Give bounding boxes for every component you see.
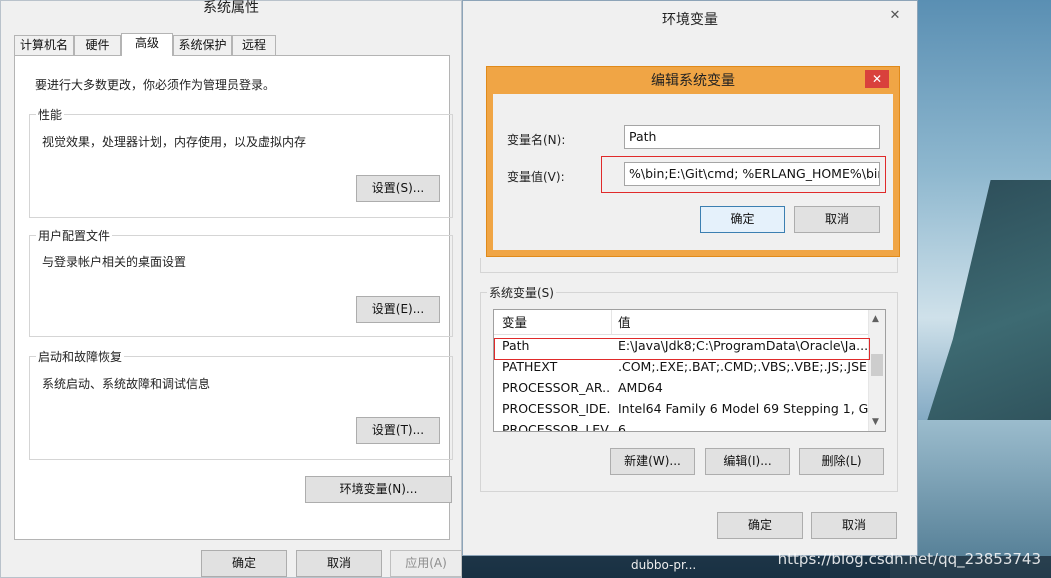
scroll-up-icon[interactable]: ▲ [872, 314, 879, 324]
list-header: 变量 值 [494, 310, 869, 335]
user-profile-label: 用户配置文件 [36, 227, 113, 244]
system-properties-window: 系统属性 计算机名 硬件 高级 系统保护 远程 要进行大多数更改，你必须作为管理… [0, 0, 462, 578]
user-profile-settings-button[interactable]: 设置(E)... [356, 296, 440, 323]
row-variable-value: .COM;.EXE;.BAT;.CMD;.VBS;.VBE;.JS;.JSE;.… [618, 359, 868, 374]
edit-variable-button[interactable]: 编辑(I)... [705, 448, 790, 475]
scrollbar-thumb[interactable] [871, 354, 883, 376]
column-header-value[interactable]: 值 [618, 312, 631, 333]
performance-label: 性能 [36, 106, 65, 123]
variable-value-field[interactable]: %\bin;E:\Git\cmd; %ERLANG_HOME%\bin; [624, 162, 880, 186]
performance-settings-button[interactable]: 设置(S)... [356, 175, 440, 202]
cancel-button[interactable]: 取消 [296, 550, 382, 577]
apply-button[interactable]: 应用(A) [390, 550, 462, 577]
variable-value-label: 变量值(V): [507, 170, 565, 184]
row-variable-name: PROCESSOR_IDE... [502, 401, 610, 416]
delete-variable-button[interactable]: 删除(L) [799, 448, 884, 475]
env-ok-button[interactable]: 确定 [717, 512, 803, 539]
new-variable-button[interactable]: 新建(W)... [610, 448, 695, 475]
startup-recovery-group: 启动和故障恢复 系统启动、系统故障和调试信息 [29, 348, 453, 460]
scroll-down-icon[interactable]: ▼ [872, 417, 879, 427]
row-variable-value: 6 [618, 422, 626, 432]
env-cancel-button[interactable]: 取消 [811, 512, 897, 539]
admin-note: 要进行大多数更改，你必须作为管理员登录。 [35, 78, 276, 92]
row-variable-value: Intel64 Family 6 Model 69 Stepping 1, G.… [618, 401, 868, 416]
taskbar-item[interactable]: dubbo-pr... [631, 558, 696, 572]
row-variable-name: PROCESSOR_LEV... [502, 422, 610, 432]
column-header-variable[interactable]: 变量 [502, 312, 527, 333]
startup-recovery-settings-button[interactable]: 设置(T)... [356, 417, 440, 444]
window-title: 系统属性 [203, 0, 259, 16]
column-divider[interactable] [611, 310, 612, 334]
advanced-tab-panel: 要进行大多数更改，你必须作为管理员登录。 性能 视觉效果，处理器计划，内存使用，… [14, 55, 453, 540]
dialog-title: 编辑系统变量 [651, 73, 735, 89]
user-variables-group-edge [480, 258, 898, 273]
variable-name-label: 变量名(N): [507, 133, 566, 147]
table-row[interactable]: Path E:\Java\Jdk8;C:\ProgramData\Oracle\… [494, 335, 869, 356]
variable-name-field[interactable]: Path [624, 125, 880, 149]
table-row[interactable]: PROCESSOR_AR... AMD64 [494, 377, 869, 398]
tab-advanced[interactable]: 高级 [121, 33, 173, 56]
system-variables-list[interactable]: 变量 值 Path E:\Java\Jdk8;C:\ProgramData\Or… [493, 309, 886, 432]
dialog-body: 变量名(N): Path 变量值(V): %\bin;E:\Git\cmd; %… [493, 94, 893, 250]
edit-cancel-button[interactable]: 取消 [794, 206, 880, 233]
row-variable-value: AMD64 [618, 380, 663, 395]
startup-recovery-label: 启动和故障恢复 [36, 348, 125, 365]
row-variable-name: PROCESSOR_AR... [502, 380, 610, 395]
close-icon[interactable]: ✕ [865, 70, 889, 88]
window-title: 环境变量 [662, 12, 718, 28]
ok-button[interactable]: 确定 [201, 550, 287, 577]
table-row[interactable]: PROCESSOR_LEV... 6 [494, 419, 869, 432]
performance-description: 视觉效果，处理器计划，内存使用，以及虚拟内存 [42, 135, 307, 149]
row-variable-value: E:\Java\Jdk8;C:\ProgramData\Oracle\Ja... [618, 338, 868, 353]
edit-ok-button[interactable]: 确定 [700, 206, 785, 233]
startup-recovery-description: 系统启动、系统故障和调试信息 [42, 377, 211, 391]
tab-system-protection[interactable]: 系统保护 [173, 35, 232, 55]
system-variables-label: 系统变量(S) [487, 284, 556, 301]
edit-system-variable-dialog: 编辑系统变量 ✕ 变量名(N): Path 变量值(V): %\bin;E:\G… [486, 66, 900, 257]
row-variable-name: Path [502, 338, 530, 353]
row-variable-name: PATHEXT [502, 359, 558, 374]
performance-group: 性能 视觉效果，处理器计划，内存使用，以及虚拟内存 [29, 106, 453, 218]
tab-computer-name[interactable]: 计算机名 [14, 35, 74, 55]
close-icon[interactable]: ✕ [881, 7, 909, 25]
table-row[interactable]: PROCESSOR_IDE... Intel64 Family 6 Model … [494, 398, 869, 419]
table-row[interactable]: PATHEXT .COM;.EXE;.BAT;.CMD;.VBS;.VBE;.J… [494, 356, 869, 377]
environment-variables-button[interactable]: 环境变量(N)... [305, 476, 452, 503]
tab-hardware[interactable]: 硬件 [74, 35, 121, 55]
tab-remote[interactable]: 远程 [232, 35, 276, 55]
watermark: https://blog.csdn.net/qq_23853743 [777, 550, 1041, 568]
list-scrollbar[interactable]: ▲ ▼ [868, 310, 885, 431]
user-profile-description: 与登录帐户相关的桌面设置 [42, 255, 187, 269]
